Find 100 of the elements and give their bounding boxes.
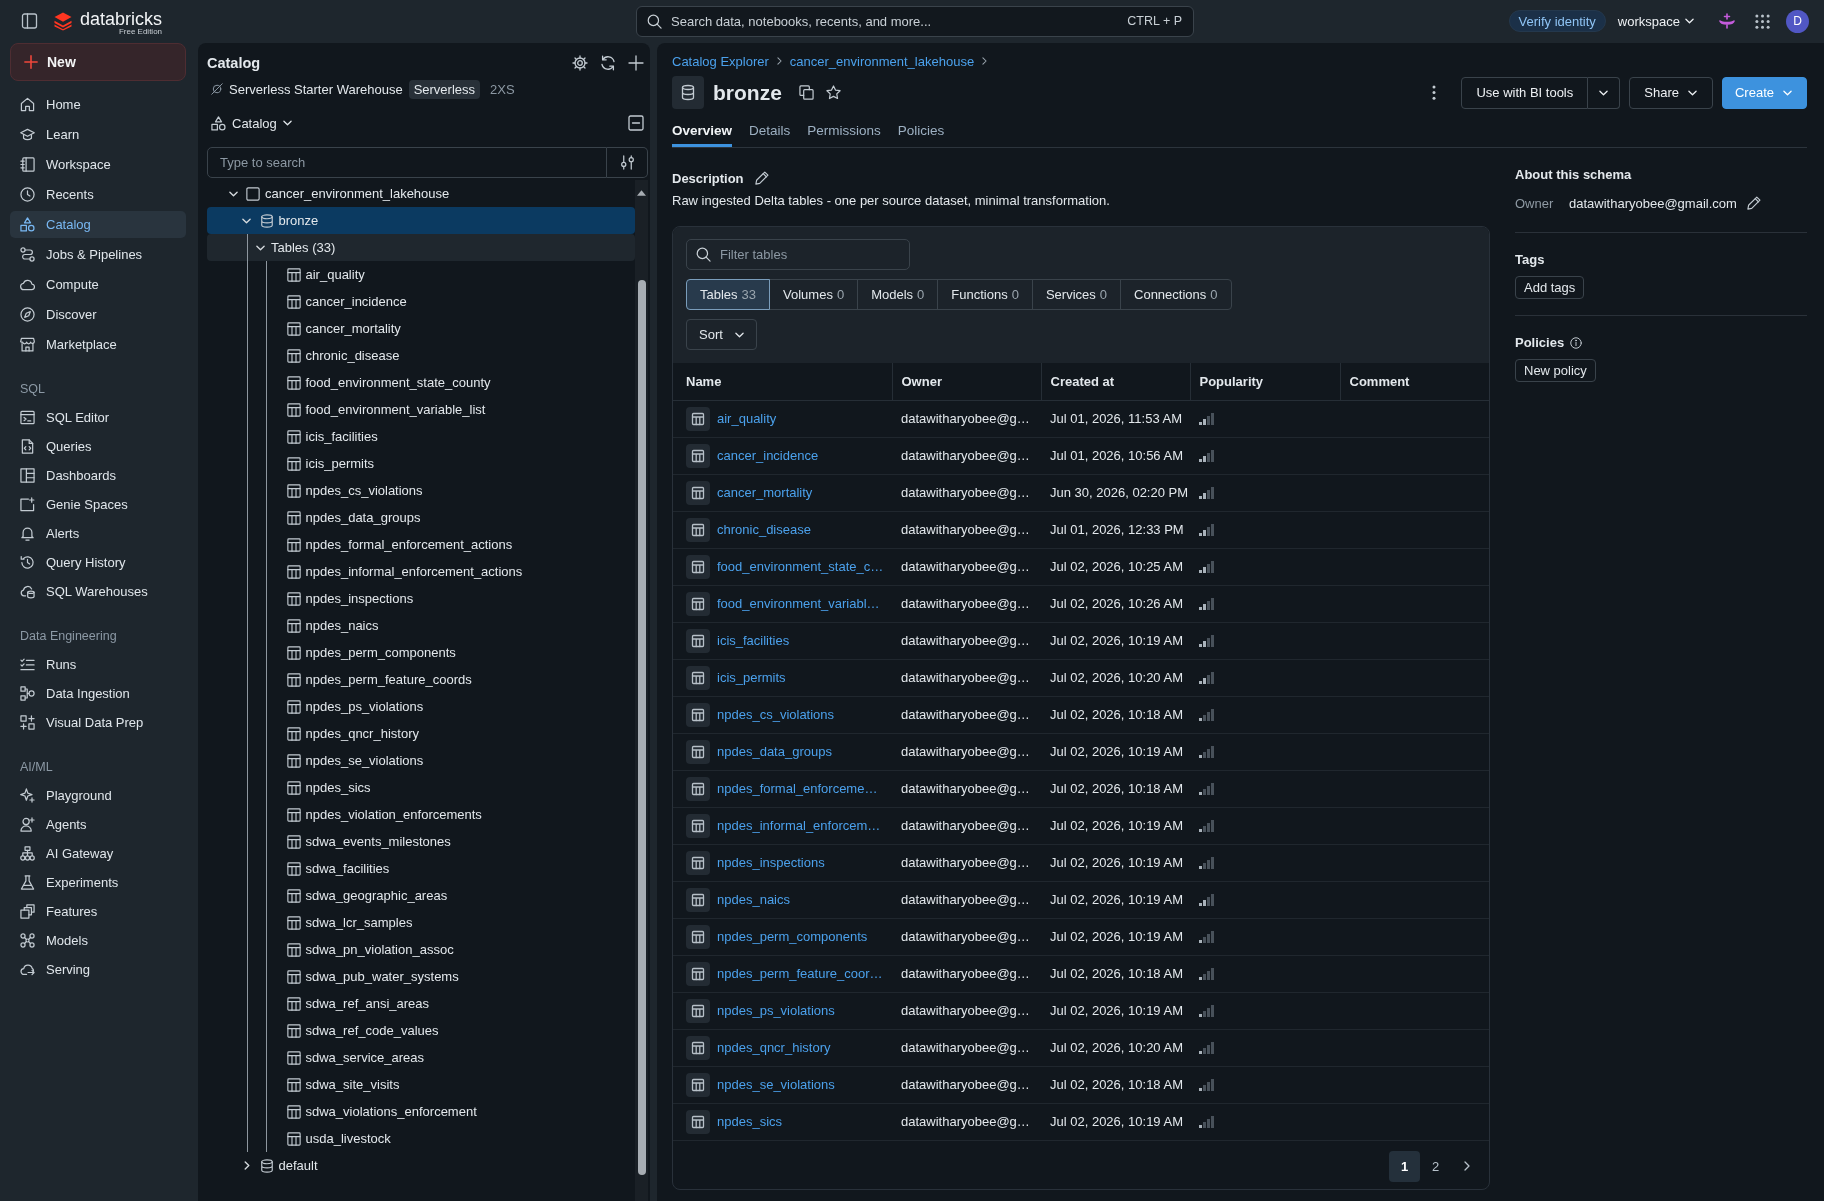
page-button[interactable]: 2 — [1420, 1150, 1451, 1182]
tree-item[interactable]: cancer_incidence — [207, 288, 635, 315]
tree-item[interactable]: npdes_violation_enforcements — [207, 801, 635, 828]
breadcrumb-link[interactable]: cancer_environment_lakehouse — [789, 53, 975, 69]
nav-item[interactable]: Playground — [10, 782, 186, 809]
table-name-link[interactable]: food_environment_state_c… — [717, 559, 884, 574]
tree-item[interactable]: air_quality — [207, 261, 635, 288]
breadcrumb-link[interactable]: Catalog Explorer — [672, 53, 769, 69]
asset-tab[interactable]: Models 0 — [857, 279, 939, 310]
filter-field[interactable]: Filter tables — [686, 239, 910, 270]
tree-item[interactable]: sdwa_site_visits — [207, 1071, 635, 1098]
nav-item[interactable]: Models — [10, 927, 186, 954]
more-icon[interactable] — [1432, 85, 1437, 100]
nav-item[interactable]: Runs — [10, 651, 186, 678]
table-name-link[interactable]: npdes_perm_feature_coor… — [717, 966, 883, 981]
tree-item[interactable]: Tables (33) — [207, 234, 635, 261]
share-button[interactable]: Share — [1629, 76, 1713, 109]
tree-item[interactable]: sdwa_pub_water_systems — [207, 963, 635, 990]
triangle-up-icon[interactable] — [637, 190, 646, 196]
tree-item[interactable]: npdes_perm_feature_coords — [207, 666, 635, 693]
tree-item[interactable]: sdwa_service_areas — [207, 1044, 635, 1071]
chevron-down-icon[interactable] — [242, 217, 251, 224]
table-name-link[interactable]: npdes_inspections — [717, 855, 825, 870]
table-name-link[interactable]: npdes_se_violations — [717, 1077, 835, 1092]
nav-item[interactable]: Discover — [10, 301, 186, 328]
table-name-link[interactable]: air_quality — [717, 411, 777, 426]
tree-item[interactable]: sdwa_pn_violation_assoc — [207, 936, 635, 963]
tab[interactable]: Permissions — [807, 116, 881, 147]
chevron-right-icon[interactable] — [243, 1161, 250, 1170]
table-name-link[interactable]: chronic_disease — [717, 522, 811, 537]
table-name-link[interactable]: npdes_ps_violations — [717, 1003, 835, 1018]
nav-item[interactable]: Serving — [10, 956, 186, 983]
asset-tab[interactable]: Tables 33 — [686, 279, 771, 310]
tree-item[interactable]: chronic_disease — [207, 342, 635, 369]
refresh-icon[interactable] — [600, 55, 616, 71]
plus-icon[interactable] — [628, 55, 644, 71]
tree-item[interactable]: sdwa_violations_enforcement — [207, 1098, 635, 1125]
table-name-link[interactable]: cancer_incidence — [717, 448, 819, 463]
table-name-link[interactable]: npdes_sics — [717, 1114, 783, 1129]
table-name-link[interactable]: npdes_formal_enforceme… — [717, 781, 878, 796]
collapse-icon[interactable] — [628, 115, 644, 131]
tree-item[interactable]: cancer_environment_lakehouse — [207, 180, 635, 207]
nav-item[interactable]: Alerts — [10, 520, 186, 547]
tree-item[interactable]: sdwa_ref_code_values — [207, 1017, 635, 1044]
nav-item[interactable]: Recents — [10, 181, 186, 208]
tab[interactable]: Details — [749, 116, 791, 147]
tree-item[interactable]: food_environment_variable_list — [207, 396, 635, 423]
nav-item[interactable]: Data Ingestion — [10, 680, 186, 707]
apps-grid-icon[interactable] — [1755, 13, 1770, 29]
nav-item[interactable]: Workspace — [10, 151, 186, 178]
nav-item[interactable]: Catalog — [10, 211, 186, 238]
table-name-link[interactable]: npdes_qncr_history — [717, 1040, 831, 1055]
tree-item[interactable]: npdes_se_violations — [207, 747, 635, 774]
pencil-icon[interactable] — [1746, 196, 1761, 210]
copy-icon[interactable] — [798, 85, 814, 100]
nav-item[interactable]: Agents — [10, 811, 186, 838]
table-name-link[interactable]: cancer_mortality — [717, 485, 813, 500]
avatar[interactable]: D — [1786, 9, 1809, 33]
page-button[interactable]: 1 — [1389, 1150, 1420, 1182]
filter-options-button[interactable] — [607, 147, 648, 178]
asset-tab[interactable]: Services 0 — [1031, 279, 1121, 310]
table-name-link[interactable]: npdes_cs_violations — [717, 707, 835, 722]
tree-item[interactable]: npdes_naics — [207, 612, 635, 639]
table-name-link[interactable]: icis_facilities — [717, 633, 790, 648]
catalog-dropdown[interactable]: Catalog — [211, 115, 292, 131]
new-button[interactable]: New — [10, 43, 186, 81]
tab[interactable]: Policies — [897, 116, 945, 147]
bi-tools-button[interactable]: Use with BI tools — [1461, 76, 1589, 109]
tree-item[interactable]: npdes_informal_enforcement_actions — [207, 558, 635, 585]
nav-item[interactable]: SQL Warehouses — [10, 578, 186, 605]
nav-item[interactable]: Home — [10, 91, 186, 118]
new-policy-button[interactable]: New policy — [1515, 359, 1596, 382]
tree-item[interactable]: icis_permits — [207, 450, 635, 477]
nav-item[interactable]: Features — [10, 898, 186, 925]
table-name-link[interactable]: npdes_data_groups — [717, 744, 832, 759]
asset-tab[interactable]: Connections 0 — [1120, 279, 1232, 310]
table-name-link[interactable]: npdes_informal_enforcem… — [717, 818, 881, 833]
tree-item[interactable]: sdwa_lcr_samples — [207, 909, 635, 936]
chevron-down-icon[interactable] — [255, 244, 265, 251]
table-name-link[interactable]: food_environment_variabl… — [717, 596, 880, 611]
nav-item[interactable]: Compute — [10, 271, 186, 298]
nav-item[interactable]: Dashboards — [10, 462, 186, 489]
tree-item[interactable]: sdwa_ref_ansi_areas — [207, 990, 635, 1017]
tree-item[interactable]: food_environment_state_county — [207, 369, 635, 396]
nav-item[interactable]: Learn — [10, 121, 186, 148]
tree-item[interactable]: icis_facilities — [207, 423, 635, 450]
star-icon[interactable] — [825, 85, 841, 100]
nav-item[interactable]: SQL Editor — [10, 404, 186, 431]
tree-item[interactable]: bronze — [207, 207, 635, 234]
nav-item[interactable]: Visual Data Prep — [10, 709, 186, 736]
verify-identity-button[interactable]: Verify identity — [1508, 10, 1606, 32]
table-name-link[interactable]: npdes_naics — [717, 892, 790, 907]
pencil-icon[interactable] — [754, 171, 769, 185]
nav-item[interactable]: Marketplace — [10, 331, 186, 358]
tab[interactable]: Overview — [672, 116, 733, 147]
scrollbar[interactable] — [635, 180, 648, 1201]
nav-item[interactable]: Jobs & Pipelines — [10, 241, 186, 268]
tree-item[interactable]: cancer_mortality — [207, 315, 635, 342]
tree-item[interactable]: npdes_qncr_history — [207, 720, 635, 747]
tree-item[interactable]: npdes_formal_enforcement_actions — [207, 531, 635, 558]
